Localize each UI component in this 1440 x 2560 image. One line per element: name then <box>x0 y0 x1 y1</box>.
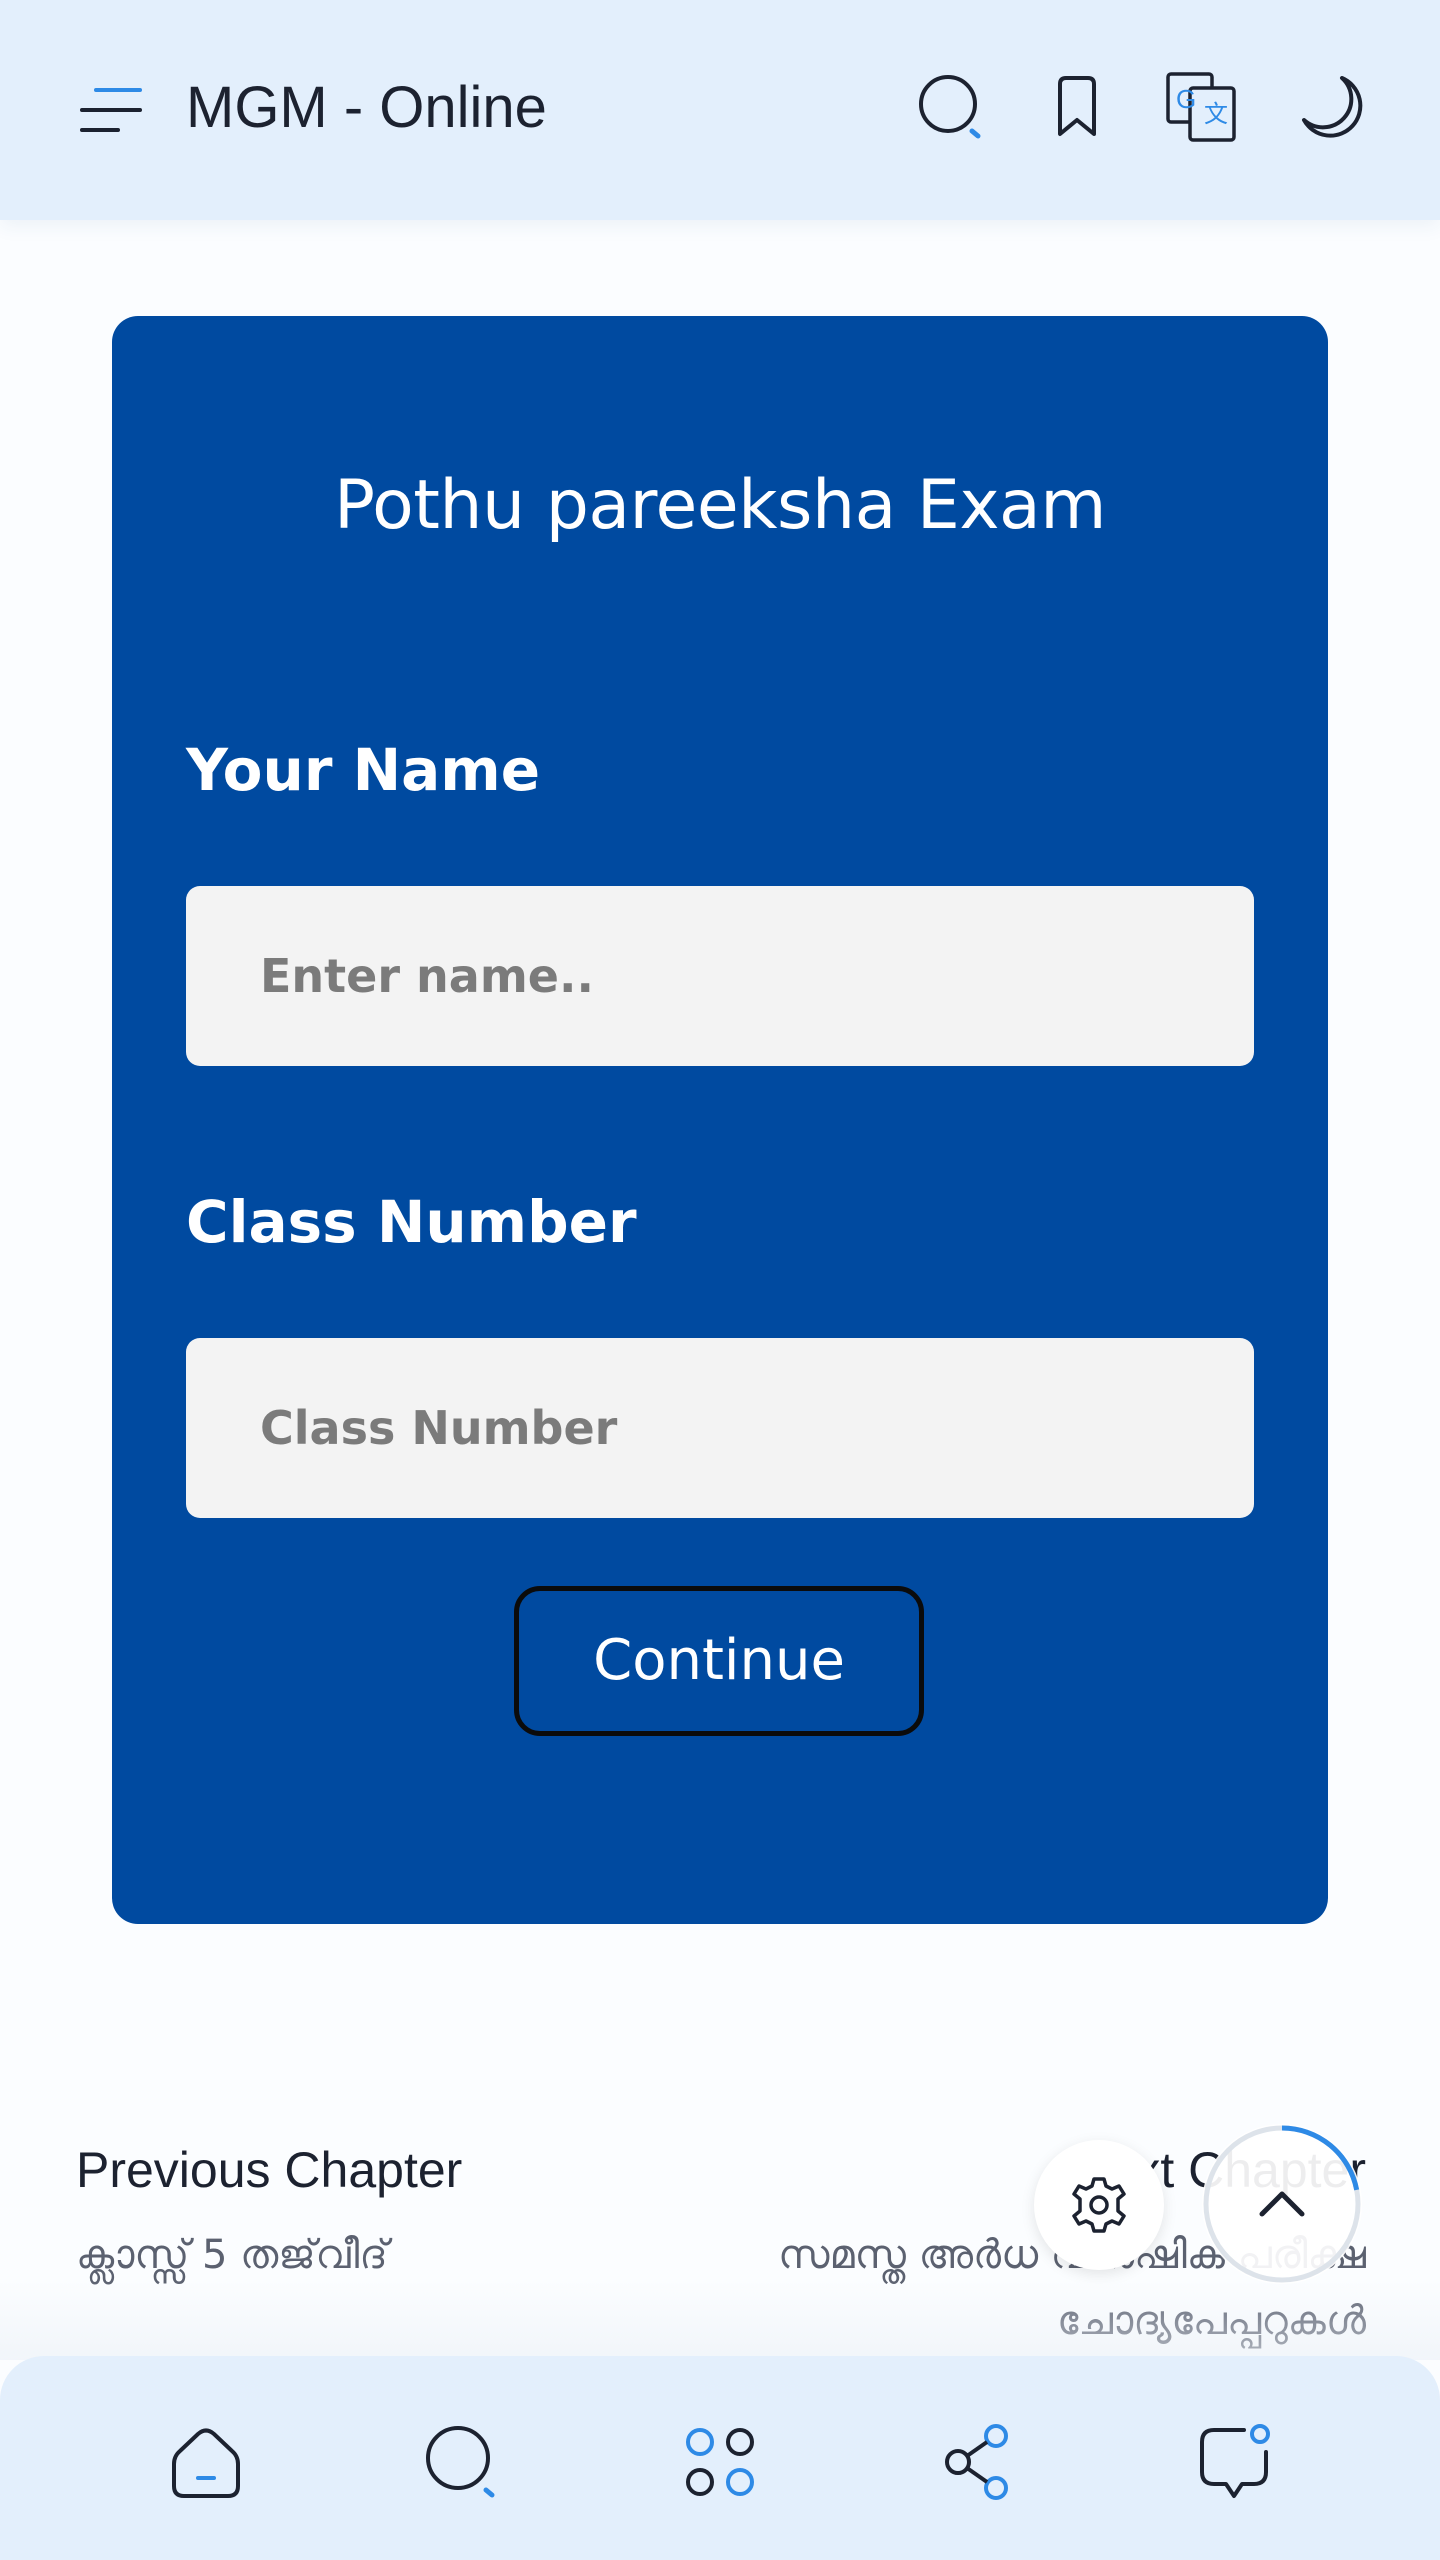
bookmark-icon[interactable] <box>1040 70 1114 144</box>
bottom-navigation <box>0 2356 1440 2560</box>
share-icon[interactable] <box>928 2414 1024 2510</box>
search-icon[interactable] <box>914 70 988 144</box>
arrow-up-icon <box>1259 2191 1305 2217</box>
translate-icon[interactable]: G 文 <box>1164 70 1238 144</box>
previous-chapter-heading: Previous Chapter <box>76 2142 463 2198</box>
search-icon[interactable] <box>414 2414 510 2510</box>
page: MGM - Online G 文 Pothu pareeksha Exam Yo… <box>0 0 1440 2560</box>
top-app-bar: MGM - Online G 文 <box>0 0 1440 220</box>
bottom-fade <box>0 2280 1440 2360</box>
chat-icon[interactable] <box>1186 2414 1282 2510</box>
class-number-input[interactable] <box>186 1338 1254 1518</box>
settings-button[interactable] <box>1034 2140 1164 2270</box>
svg-text:文: 文 <box>1204 101 1228 128</box>
app-title: MGM - Online <box>186 75 547 140</box>
class-number-label: Class Number <box>186 1188 637 1256</box>
exam-card: Pothu pareeksha Exam Your Name Class Num… <box>112 316 1328 1924</box>
moon-icon[interactable] <box>1292 70 1366 144</box>
settings-icon <box>1072 2177 1126 2233</box>
apps-icon[interactable] <box>672 2414 768 2510</box>
svg-text:G: G <box>1176 84 1196 114</box>
previous-chapter-link[interactable]: Previous Chapter ക്ലാസ്സ് 5 തജ്‌വീദ് <box>76 2130 676 2288</box>
name-label: Your Name <box>186 736 541 804</box>
menu-icon[interactable] <box>78 84 144 136</box>
continue-button[interactable]: Continue <box>514 1586 924 1736</box>
home-icon[interactable] <box>158 2414 254 2510</box>
exam-title: Pothu pareeksha Exam <box>334 466 1106 545</box>
previous-chapter-title: ക്ലാസ്സ് 5 തജ്‌വീദ് <box>76 2232 388 2278</box>
name-input[interactable] <box>186 886 1254 1066</box>
scroll-to-top-button[interactable] <box>1202 2124 1362 2284</box>
